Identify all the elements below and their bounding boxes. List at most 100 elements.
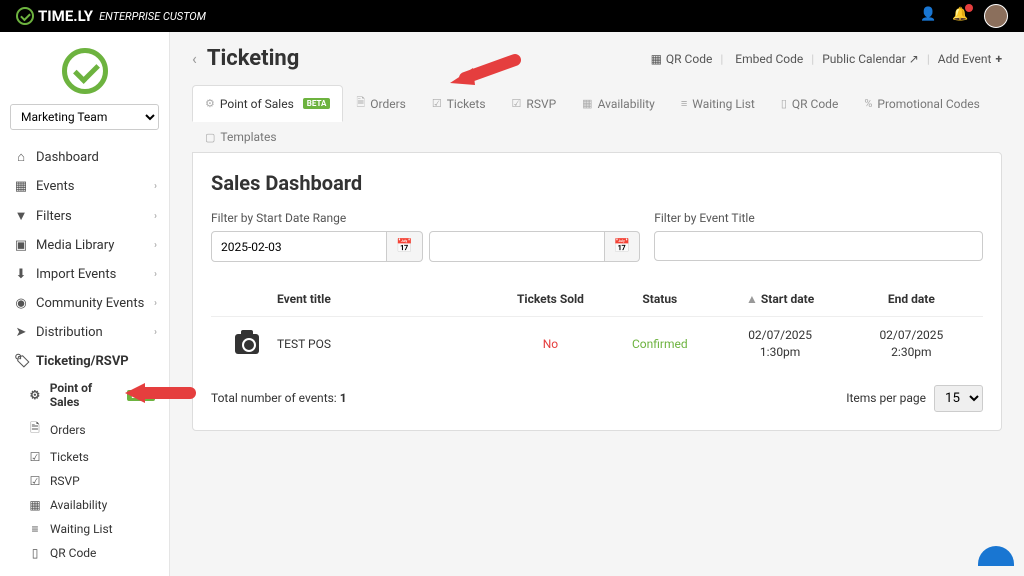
subnav-item-orders[interactable]: 🗎Orders [14, 414, 169, 445]
filter-title-label: Filter by Event Title [654, 211, 983, 225]
per-page-select[interactable]: 15 [934, 385, 983, 412]
nav-list: ⌂Dashboard▦Events›▼Filters›▣Media Librar… [0, 142, 169, 376]
brand-check-icon [16, 7, 34, 25]
beta-badge: BETA [127, 390, 155, 401]
nav-icon: ▦ [14, 179, 28, 194]
tab-icon: ☑ [432, 97, 442, 110]
nav-label: Events [36, 179, 74, 194]
support-icon[interactable]: 👤 [920, 7, 938, 25]
tab-icon: ⚙ [205, 97, 215, 110]
sidebar-item-filters[interactable]: ▼Filters› [0, 201, 169, 231]
page-header: ‹ Ticketing ▦ QR Code| Embed Code| Publi… [192, 46, 1002, 71]
chevron-right-icon: › [154, 211, 157, 222]
tab-waiting-list[interactable]: ≡Waiting List [668, 85, 768, 121]
header-action-qr-code[interactable]: ▦ QR Code [651, 52, 713, 66]
nav-label: Orders [50, 423, 86, 437]
tab-templates[interactable]: ▢Templates [192, 121, 290, 152]
col-end: End date [846, 292, 977, 306]
header-action-public-calendar[interactable]: Public Calendar ↗ [822, 52, 919, 66]
header-actions: ▦ QR Code| Embed Code| Public Calendar ↗… [651, 52, 1002, 66]
nav-icon: ☑ [28, 474, 42, 488]
table-row[interactable]: TEST POS No Confirmed 02/07/20251:30pm 0… [211, 317, 983, 371]
tab-icon: ▦ [582, 97, 592, 110]
sidebar-item-media-library[interactable]: ▣Media Library› [0, 231, 169, 260]
tab-point-of-sales[interactable]: ⚙Point of SalesBETA [192, 85, 343, 122]
chevron-right-icon: › [154, 181, 157, 192]
col-start[interactable]: ▲Start date [715, 292, 846, 306]
sidebar-item-community-events[interactable]: ◉Community Events› [0, 289, 169, 318]
nav-label: Tickets [50, 450, 89, 464]
subnav-list: ⚙Point of SalesBETA🗎Orders ☑ Tickets ☑ RSVP ▦… [0, 376, 169, 565]
brand-name: TIME.LY [38, 7, 93, 25]
events-table: Event title Tickets Sold Status ▲Start d… [211, 282, 983, 371]
end-date-input[interactable] [429, 231, 605, 262]
status-cell: Confirmed [605, 337, 714, 351]
start-date-input[interactable] [211, 231, 387, 262]
nav-icon: ☑ [28, 450, 42, 464]
notification-icon[interactable]: 🔔 [952, 7, 970, 25]
nav-icon: ➤ [14, 325, 28, 340]
camera-icon [235, 334, 259, 354]
tab-icon: 🗎 [356, 94, 365, 113]
chevron-right-icon: › [154, 327, 157, 338]
sidebar-item-ticketing-rsvp[interactable]: 🏷 Ticketing/RSVP [0, 347, 169, 376]
topbar: TIME.LY ENTERPRISE CUSTOM 👤 🔔 [0, 0, 1024, 32]
action-icon: ▦ [651, 52, 662, 66]
subnav-item-rsvp[interactable]: ☑ RSVP [14, 469, 169, 493]
tabs: ⚙Point of SalesBETA🗎Orders☑Tickets☑RSVP▦… [192, 85, 1002, 152]
panel: Sales Dashboard Filter by Start Date Ran… [192, 152, 1002, 431]
nav-label: Waiting List [50, 522, 113, 536]
nav-icon: 🏷 [14, 354, 28, 369]
nav-label: Distribution [36, 325, 103, 340]
tab-orders[interactable]: 🗎Orders [343, 85, 418, 121]
subnav-item-point-of-sales[interactable]: ⚙Point of SalesBETA [14, 376, 169, 414]
subnav-item-qr-code[interactable]: ▯ QR Code [14, 541, 169, 565]
tab-icon: % [864, 97, 872, 110]
end-date-cell: 02/07/20252:30pm [846, 327, 977, 361]
tab-promotional-codes[interactable]: %Promotional Codes [851, 85, 993, 121]
header-action-embed-code[interactable]: Embed Code [731, 52, 803, 66]
tab-icon: ▯ [781, 97, 787, 110]
nav-label: Point of Sales [50, 381, 124, 409]
sidebar-item-dashboard[interactable]: ⌂Dashboard [0, 142, 169, 172]
subnav-item-tickets[interactable]: ☑ Tickets [14, 445, 169, 469]
brand: TIME.LY ENTERPRISE CUSTOM [16, 7, 206, 25]
sidebar-item-distribution[interactable]: ➤ Distribution › [0, 318, 169, 347]
nav-icon: ▦ [28, 498, 42, 512]
nav-label: Media Library [36, 238, 114, 253]
back-chevron-icon[interactable]: ‹ [192, 49, 197, 68]
tickets-sold-cell: No [496, 337, 605, 351]
sidebar-item-import-events[interactable]: ⬇Import Events› [0, 260, 169, 289]
subnav-item-availability[interactable]: ▦ Availability [14, 493, 169, 517]
nav-icon: ⌂ [14, 149, 28, 165]
chevron-right-icon: › [154, 298, 157, 309]
event-title-cell: TEST POS [277, 337, 496, 351]
filter-date-label: Filter by Start Date Range [211, 211, 640, 225]
nav-icon: ⬇ [14, 267, 28, 282]
sidebar-item-events[interactable]: ▦ Events › [0, 172, 169, 201]
nav-label: Ticketing/RSVP [36, 354, 129, 369]
tab-availability[interactable]: ▦Availability [569, 85, 668, 121]
calendar-icon[interactable]: 📅 [387, 231, 423, 262]
tab-qr-code[interactable]: ▯QR Code [768, 85, 851, 121]
event-title-input[interactable] [654, 231, 983, 261]
nav-label: RSVP [50, 474, 80, 488]
team-select[interactable]: Marketing Team [10, 104, 159, 130]
nav-icon: ▯ [28, 546, 42, 560]
tab-icon: ≡ [681, 97, 687, 110]
nav-label: QR Code [50, 546, 96, 560]
beta-badge: BETA [303, 98, 331, 109]
avatar[interactable] [984, 4, 1008, 28]
col-event: Event title [277, 292, 496, 306]
nav-icon: ◉ [14, 296, 28, 311]
subnav-item-waiting-list[interactable]: ≡Waiting List [14, 517, 169, 541]
tab-rsvp[interactable]: ☑RSVP [499, 85, 570, 121]
start-date-cell: 02/07/20251:30pm [715, 327, 846, 361]
sidebar: Marketing Team ⌂Dashboard▦Events›▼Filter… [0, 32, 170, 576]
brand-sub: ENTERPRISE CUSTOM [99, 10, 206, 23]
tab-tickets[interactable]: ☑Tickets [419, 85, 499, 121]
nav-label: Availability [50, 498, 107, 512]
total-events: Total number of events: 1 [211, 391, 347, 405]
calendar-icon[interactable]: 📅 [605, 231, 641, 262]
header-action-add-event[interactable]: Add Event + [938, 52, 1002, 66]
